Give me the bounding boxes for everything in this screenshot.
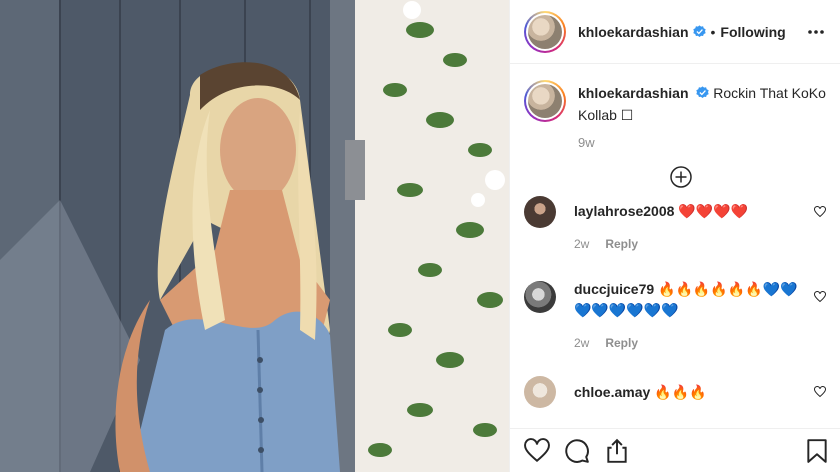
- commenter-username[interactable]: laylahrose2008: [574, 203, 674, 219]
- caption-username[interactable]: khloekardashian: [578, 85, 689, 101]
- author-avatar-story-ring[interactable]: [524, 10, 566, 53]
- heart-icon[interactable]: [814, 291, 826, 303]
- heart-icon[interactable]: [814, 206, 826, 218]
- commenter-username[interactable]: duccjuice79: [574, 281, 654, 297]
- header-separator: •: [710, 23, 716, 40]
- verified-badge-icon: [692, 25, 706, 38]
- post-photo[interactable]: [0, 0, 509, 472]
- instagram-post-view: khloekardashian • Following khloekardash…: [0, 0, 840, 472]
- caption-avatar[interactable]: [528, 84, 562, 118]
- more-options-icon[interactable]: [804, 20, 828, 44]
- commenter-username[interactable]: chloe.amay: [574, 384, 650, 400]
- commenter-avatar[interactable]: [524, 281, 556, 313]
- comment-item: chloe.amay 🔥🔥🔥: [524, 376, 828, 408]
- photo-illustration: [0, 0, 509, 472]
- author-username[interactable]: khloekardashian: [578, 24, 689, 40]
- comment-text: 🔥🔥🔥: [654, 384, 707, 400]
- caption-avatar-story-ring[interactable]: [524, 80, 566, 122]
- commenter-avatar[interactable]: [524, 196, 556, 228]
- plus-circle-icon[interactable]: [669, 165, 693, 189]
- comment-item: laylahrose2008 ❤️❤️❤️❤️ 2w Reply: [524, 196, 828, 255]
- verified-badge-icon: [696, 86, 710, 99]
- comments-list[interactable]: khloekardashian Rockin That KoKo Kollab …: [510, 64, 840, 428]
- heart-icon[interactable]: [524, 437, 550, 464]
- author-avatar[interactable]: [528, 14, 562, 49]
- comment-timestamp[interactable]: 2w: [574, 234, 589, 255]
- reply-button[interactable]: Reply: [605, 234, 638, 255]
- post-header: khloekardashian • Following: [510, 0, 840, 64]
- comment-icon[interactable]: [564, 438, 590, 464]
- comment-timestamp[interactable]: 2w: [574, 333, 589, 354]
- bookmark-icon[interactable]: [804, 438, 830, 464]
- heart-icon[interactable]: [814, 386, 826, 398]
- comment-text: ❤️❤️❤️❤️: [678, 203, 749, 219]
- comment-item: duccjuice79 🔥🔥🔥🔥🔥🔥💙💙💙💙💙💙💙💙 2w Reply: [524, 281, 828, 354]
- following-button[interactable]: Following: [720, 24, 785, 40]
- post-caption: khloekardashian Rockin That KoKo Kollab …: [524, 80, 828, 126]
- post-actions-bar: [510, 428, 840, 472]
- post-sidebar: khloekardashian • Following khloekardash…: [509, 0, 840, 472]
- caption-timestamp[interactable]: 9w: [578, 135, 828, 150]
- reply-button[interactable]: Reply: [605, 333, 638, 354]
- commenter-avatar[interactable]: [524, 376, 556, 408]
- share-icon[interactable]: [604, 438, 630, 464]
